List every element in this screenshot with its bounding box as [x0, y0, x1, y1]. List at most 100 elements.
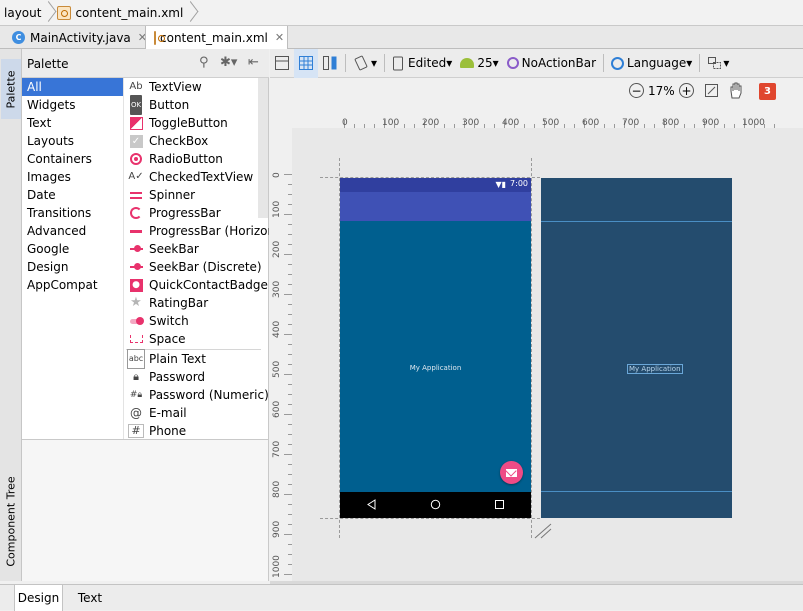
- palette-category-widgets[interactable]: Widgets: [22, 96, 123, 114]
- palette-widget-label: Switch: [149, 314, 189, 328]
- toolbar-divider: [603, 54, 605, 72]
- contact-icon: ●: [129, 278, 143, 292]
- dropdown-arrow-icon: ▾: [492, 56, 499, 70]
- palette-title: Palette: [27, 57, 69, 71]
- palette-widget-item[interactable]: #🔒︎ Password (Numeric): [124, 386, 269, 404]
- blueprint-preview[interactable]: My Application: [541, 178, 732, 518]
- zoom-in-icon[interactable]: +: [679, 83, 694, 98]
- floating-action-button[interactable]: [500, 461, 523, 484]
- palette-category-images[interactable]: Images: [22, 168, 123, 186]
- palette-widget-item[interactable]: 🔒︎ Password: [124, 368, 269, 386]
- palette-widget-item[interactable]: Ab TextView: [124, 78, 269, 96]
- palette-widget-item[interactable]: # Phone: [124, 422, 269, 439]
- palette-scrollbar[interactable]: [258, 78, 268, 218]
- design-mode-button[interactable]: [270, 49, 294, 78]
- xml-file-icon: [57, 5, 72, 20]
- palette-category-all[interactable]: All: [22, 78, 123, 96]
- device-dropdown[interactable]: Edited ▾: [388, 49, 456, 78]
- ruler-major-tick: [284, 174, 292, 175]
- layout-variants-icon: [708, 57, 722, 69]
- toggle-icon: [129, 116, 143, 130]
- palette-widget-item[interactable]: OK Button: [124, 95, 269, 115]
- palette-widget-item[interactable]: Space: [124, 330, 269, 348]
- palette-widget-item[interactable]: @ E-mail: [124, 404, 269, 422]
- palette-category-containers[interactable]: Containers: [22, 150, 123, 168]
- ruler-y-label: 1000: [272, 555, 282, 578]
- palette-category-transitions[interactable]: Transitions: [22, 204, 123, 222]
- search-icon[interactable]: ⚲: [199, 55, 209, 70]
- tab-design[interactable]: Design: [14, 585, 63, 611]
- theme-dropdown[interactable]: NoActionBar: [503, 49, 600, 78]
- palette-widget-item[interactable]: ★ RatingBar: [124, 294, 269, 312]
- palette-panel: Palette ⚲ ✱▾ ⇤ All Widgets Text Layouts Cont…: [22, 49, 269, 439]
- palette-widget-item[interactable]: abc Plain Text: [124, 349, 269, 369]
- switch-icon: [129, 314, 144, 328]
- palette-widget-item[interactable]: RadioButton: [124, 150, 269, 168]
- palette-header: Palette ⚲ ✱▾ ⇤: [22, 49, 269, 78]
- blueprint-mode-button[interactable]: [294, 48, 318, 78]
- palette-widget-item[interactable]: SeekBar: [124, 240, 269, 258]
- zoom-to-fit-icon[interactable]: [704, 83, 719, 98]
- horizontal-ruler: 0 100 200 300 400 500 600 700 800 900 1000: [270, 106, 803, 128]
- side-tab-component-tree[interactable]: Component Tree: [1, 465, 21, 577]
- palette-category-text[interactable]: Text: [22, 114, 123, 132]
- tab-text[interactable]: Text: [64, 585, 116, 611]
- layout-variants-button[interactable]: ▾: [703, 49, 733, 78]
- palette-widget-item[interactable]: ● QuickContactBadge: [124, 276, 269, 294]
- palette-widget-item[interactable]: ProgressBar: [124, 204, 269, 222]
- tab-content-main[interactable]: content_main.xml ✕: [145, 26, 288, 49]
- palette-category-advanced[interactable]: Advanced: [22, 222, 123, 240]
- collapse-icon[interactable]: ⇤: [248, 55, 259, 70]
- palette-widget-label: RadioButton: [149, 152, 223, 166]
- ruler-y-label: 600: [272, 400, 282, 418]
- api-level-label: 25: [477, 56, 493, 70]
- palette-widget-item[interactable]: ProgressBar (Horizontal): [124, 222, 269, 240]
- orientation-button[interactable]: ▾: [349, 49, 381, 78]
- breadcrumb-item-content-main[interactable]: content_main.xml: [53, 0, 187, 26]
- back-icon: [367, 499, 376, 510]
- editor-tab-bar: C MainActivity.java ✕ content_main.xml ✕: [0, 26, 803, 49]
- palette-category-date[interactable]: Date: [22, 186, 123, 204]
- palette-widget-item[interactable]: SeekBar (Discrete): [124, 258, 269, 276]
- palette-widget-label: CheckBox: [149, 134, 209, 148]
- palette-widget-item[interactable]: Spinner: [124, 186, 269, 204]
- progress-h-icon: [129, 224, 143, 238]
- palette-widget-label: Plain Text: [149, 352, 206, 366]
- app-text-view[interactable]: My Application: [340, 364, 531, 372]
- gear-icon[interactable]: ✱▾: [220, 55, 237, 70]
- pan-hand-icon[interactable]: [728, 82, 744, 99]
- split-mode-button[interactable]: [318, 49, 342, 78]
- palette-widget-item[interactable]: ToggleButton: [124, 114, 269, 132]
- ruler-x-label: 500: [542, 118, 560, 128]
- palette-category-layouts[interactable]: Layouts: [22, 132, 123, 150]
- close-icon[interactable]: ✕: [275, 31, 284, 44]
- device-preview[interactable]: ▼▮ 7:00 My Application: [340, 178, 531, 518]
- api-level-dropdown[interactable]: 25 ▾: [456, 49, 502, 78]
- tab-main-activity[interactable]: C MainActivity.java ✕: [4, 26, 155, 49]
- java-class-icon: C: [12, 31, 25, 44]
- tab-label: Text: [77, 591, 103, 605]
- ruler-y-label: 800: [272, 480, 282, 498]
- wifi-battery-icon: ▼▮: [495, 180, 506, 189]
- resize-handle-icon[interactable]: [533, 522, 553, 540]
- ruler-x-label: 400: [502, 118, 520, 128]
- warnings-badge[interactable]: 3: [759, 83, 776, 100]
- palette-category-design[interactable]: Design: [22, 258, 123, 276]
- dropdown-arrow-icon: ▾: [723, 56, 730, 70]
- theme-icon: [506, 57, 519, 69]
- side-tab-palette[interactable]: Palette: [1, 59, 21, 119]
- palette-widget-item[interactable]: Switch: [124, 312, 269, 330]
- palette-widget-item[interactable]: A✓ CheckedTextView: [124, 168, 269, 186]
- palette-widget-item[interactable]: ✓ CheckBox: [124, 132, 269, 150]
- palette-category-google[interactable]: Google: [22, 240, 123, 258]
- language-dropdown[interactable]: Language ▾: [607, 49, 696, 78]
- palette-widget-label: E-mail: [149, 406, 187, 420]
- blueprint-text-view[interactable]: My Application: [627, 364, 683, 374]
- zoom-out-icon[interactable]: −: [629, 83, 644, 98]
- palette-category-appcompat[interactable]: AppCompat: [22, 276, 123, 294]
- breadcrumb-item-layout[interactable]: layout: [0, 0, 45, 26]
- palette-categories: All Widgets Text Layouts Containers Images Dat…: [22, 78, 123, 439]
- app-bar[interactable]: [340, 192, 531, 221]
- blueprint-content-outline: [541, 491, 732, 492]
- breadcrumb-separator: [187, 0, 195, 26]
